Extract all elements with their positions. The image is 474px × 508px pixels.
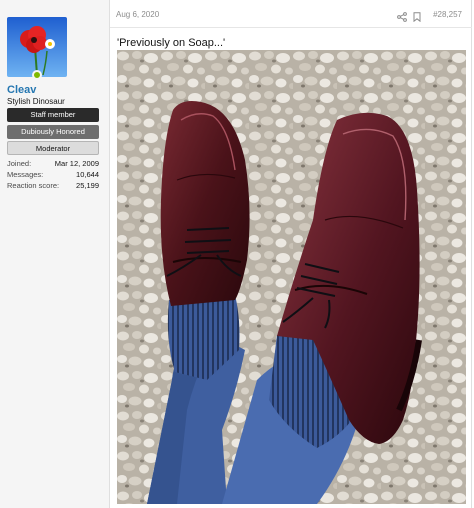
user-title: Stylish Dinosaur xyxy=(7,97,65,106)
moderator-banner: Moderator xyxy=(7,141,99,155)
post-header: Aug 6, 2020 #28,257 xyxy=(110,0,472,28)
stat-reaction-score: Reaction score: 25,199 xyxy=(7,180,99,191)
stat-joined: Joined: Mar 12, 2009 xyxy=(7,158,99,169)
post-image[interactable] xyxy=(117,50,466,504)
post-number-link[interactable]: #28,257 xyxy=(433,10,462,19)
stat-value: 10,644 xyxy=(76,170,99,179)
stat-label: Joined: xyxy=(7,159,32,168)
bookmark-icon[interactable] xyxy=(413,9,421,23)
stat-label: Messages: xyxy=(7,170,44,179)
post: Aug 6, 2020 #28,257 'Previously on Soap.… xyxy=(110,0,472,508)
stat-value: Mar 12, 2009 xyxy=(54,159,99,168)
post-date-link[interactable]: Aug 6, 2020 xyxy=(116,10,159,19)
stat-messages: Messages: 10,644 xyxy=(7,169,99,180)
online-status-indicator xyxy=(32,70,42,80)
share-icon[interactable] xyxy=(397,9,407,22)
user-panel: Cleav Stylish Dinosaur Staff member Dubi… xyxy=(0,0,110,508)
username-link[interactable]: Cleav xyxy=(7,84,36,96)
post-text: 'Previously on Soap...' xyxy=(117,37,226,49)
dubiously-honored-banner: Dubiously Honored xyxy=(7,125,99,139)
stat-value: 25,199 xyxy=(76,181,99,190)
user-stats: Joined: Mar 12, 2009 Messages: 10,644 Re… xyxy=(7,158,99,191)
stat-label: Reaction score: xyxy=(7,181,60,190)
avatar[interactable] xyxy=(7,17,67,77)
staff-member-banner: Staff member xyxy=(7,108,99,122)
